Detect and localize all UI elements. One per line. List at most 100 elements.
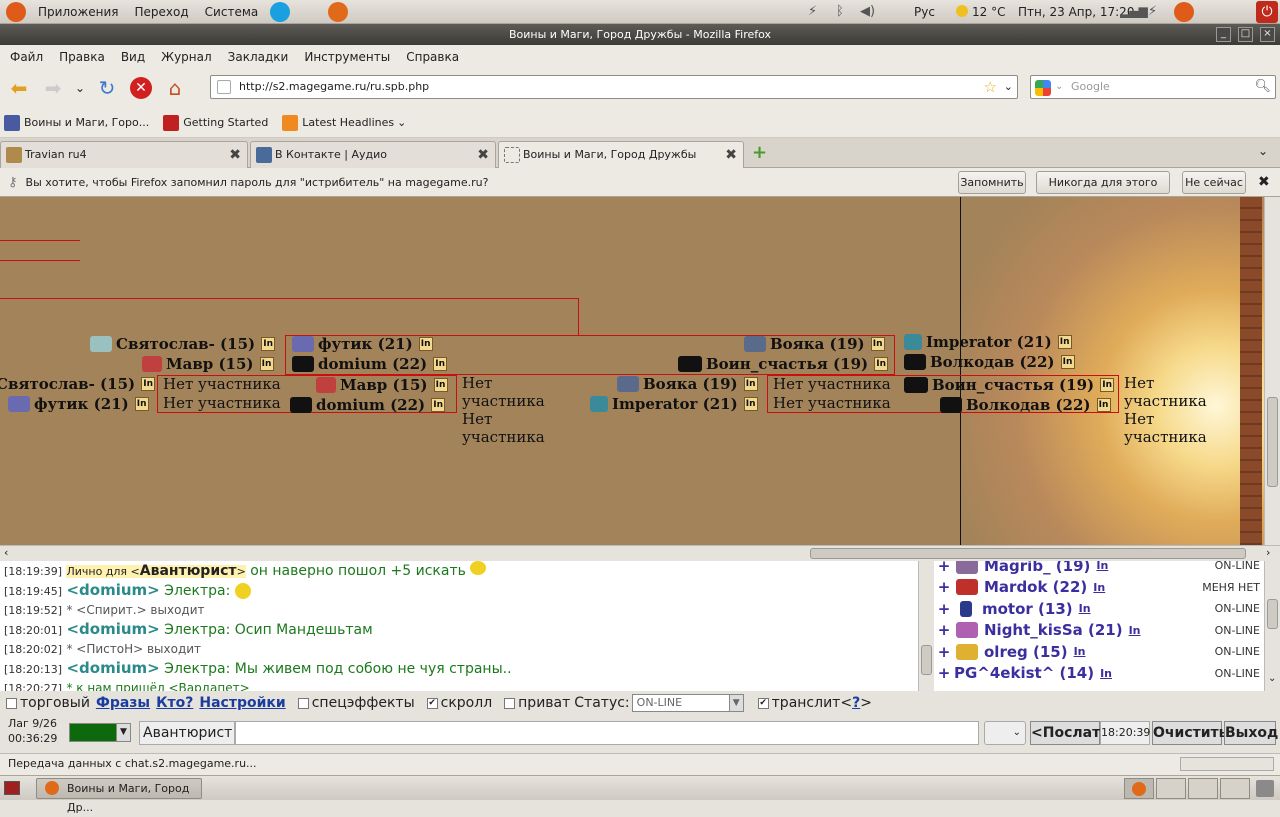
- menu-view[interactable]: Вид: [113, 50, 153, 64]
- bookmark-latest-headlines[interactable]: Latest Headlines ⌄: [282, 114, 406, 131]
- player-mavr[interactable]: Мавр (15) In: [142, 355, 274, 373]
- smiley-select[interactable]: ⌄: [984, 721, 1026, 745]
- info-button[interactable]: In: [743, 377, 758, 391]
- user-info-link[interactable]: In: [1079, 602, 1091, 615]
- horizontal-scrollbar[interactable]: ‹ ›: [0, 545, 1280, 561]
- tab-list-chevron-icon[interactable]: ⌄: [1258, 144, 1268, 158]
- scrollbar-thumb[interactable]: [921, 645, 932, 675]
- info-button[interactable]: In: [874, 357, 889, 371]
- close-tab-icon[interactable]: ✖: [229, 143, 241, 168]
- add-plus-icon[interactable]: +: [934, 643, 954, 661]
- panel-menu-places[interactable]: Переход: [127, 5, 197, 19]
- player-futik[interactable]: футик (21) In: [292, 335, 433, 353]
- add-plus-icon[interactable]: +: [934, 664, 954, 682]
- ubuntu-logo-icon[interactable]: [6, 1, 26, 22]
- translit-checkbox[interactable]: ✔: [757, 697, 769, 709]
- weather-temp[interactable]: 12 °C: [972, 5, 1005, 19]
- url-bar[interactable]: http://s2.magegame.ru/ru.spb.php ☆ ⌄: [210, 75, 1018, 99]
- private-checkbox[interactable]: [504, 697, 516, 709]
- chevron-down-icon[interactable]: ▼: [728, 695, 743, 711]
- back-arrow-icon[interactable]: ⬅: [4, 73, 34, 103]
- player-domium[interactable]: domium (22) In: [292, 355, 448, 373]
- home-icon[interactable]: ⌂: [160, 73, 190, 103]
- player-imperator[interactable]: Imperator (21) In: [904, 333, 1072, 351]
- search-placeholder[interactable]: Google: [1071, 80, 1110, 93]
- bookmark-magegame[interactable]: Воины и Маги, Горо...: [4, 114, 149, 131]
- scroll-down-icon[interactable]: ⌄: [1268, 673, 1276, 684]
- player-voin-schastya[interactable]: Воин_счастья (19) In: [678, 355, 889, 373]
- userlist-scrollbar[interactable]: ⌄: [1264, 561, 1280, 691]
- player-volkodav[interactable]: Волкодав (22) In: [904, 353, 1075, 371]
- site-identity-icon[interactable]: [217, 80, 231, 94]
- info-button[interactable]: In: [261, 337, 276, 351]
- url-dropdown-icon[interactable]: ⌄: [1004, 76, 1013, 98]
- workspace-3[interactable]: [1188, 778, 1218, 799]
- close-tab-icon[interactable]: ✖: [477, 143, 489, 168]
- close-notification-icon[interactable]: ✖: [1258, 174, 1270, 190]
- clear-button[interactable]: Очистить: [1152, 721, 1228, 745]
- close-window-button[interactable]: ×: [1260, 27, 1275, 42]
- close-tab-icon[interactable]: ✖: [725, 143, 737, 168]
- forward-arrow-icon[interactable]: ➡: [38, 73, 68, 103]
- user-info-link[interactable]: In: [1100, 667, 1112, 680]
- scrollbar-thumb[interactable]: [1267, 397, 1278, 487]
- user-row[interactable]: + olreg (15) In ON-LINE: [934, 641, 1264, 663]
- send-button[interactable]: <Послать: [1030, 721, 1109, 745]
- user-row[interactable]: + PG^4ekist^ (14) In ON-LINE: [934, 663, 1264, 685]
- scrollbar-thumb[interactable]: [1267, 599, 1278, 629]
- chat-nick[interactable]: Авантюрист: [140, 563, 237, 579]
- player-svyatoslav[interactable]: Святослав- (15) In: [90, 335, 276, 353]
- player-svyatoslav[interactable]: Святослав- (15) In: [0, 375, 156, 393]
- game-vertical-scrollbar[interactable]: [1264, 197, 1280, 545]
- network-disabled-icon[interactable]: ⚡: [808, 4, 817, 19]
- exit-button[interactable]: Выход: [1224, 721, 1278, 745]
- phrases-link[interactable]: Фразы: [96, 695, 150, 711]
- bluetooth-icon[interactable]: ᛒ: [836, 4, 844, 19]
- info-button[interactable]: In: [433, 357, 448, 371]
- volume-icon[interactable]: ◀): [860, 4, 875, 19]
- firefox-launcher-icon[interactable]: [328, 1, 349, 22]
- workspace-4[interactable]: [1220, 778, 1250, 799]
- add-plus-icon[interactable]: +: [934, 561, 954, 575]
- panel-menu-applications[interactable]: Приложения: [30, 5, 127, 19]
- history-dropdown-icon[interactable]: ⌄: [72, 73, 88, 103]
- taskbar-firefox-window[interactable]: Воины и Маги, Город Др...: [36, 778, 202, 814]
- trash-icon[interactable]: [1256, 780, 1274, 797]
- workspace-1[interactable]: [1124, 778, 1154, 799]
- google-engine-icon[interactable]: [1035, 80, 1051, 96]
- add-plus-icon[interactable]: +: [934, 578, 954, 596]
- player-mavr[interactable]: Мавр (15) In: [316, 376, 448, 394]
- message-input[interactable]: [235, 721, 979, 745]
- search-icon[interactable]: 🔍︎: [1254, 76, 1271, 98]
- player-volkodav[interactable]: Волкодав (22) In: [940, 396, 1111, 414]
- network-icon[interactable]: ⚡: [1148, 4, 1157, 19]
- translit-help-link[interactable]: ?: [852, 695, 860, 711]
- search-engine-dropdown-icon[interactable]: ⌄: [1055, 76, 1063, 98]
- add-plus-icon[interactable]: +: [934, 621, 954, 639]
- show-desktop-icon[interactable]: [4, 781, 20, 795]
- bookmark-getting-started[interactable]: Getting Started: [163, 114, 268, 131]
- user-row[interactable]: + Magrib_ (19) In ON-LINE: [934, 561, 1264, 577]
- settings-link[interactable]: Настройки: [199, 695, 285, 711]
- scroll-right-icon[interactable]: ›: [1266, 546, 1270, 559]
- player-futik[interactable]: футик (21) In: [8, 395, 149, 413]
- who-link[interactable]: Кто?: [156, 695, 193, 711]
- user-row[interactable]: + motor (13) In ON-LINE: [934, 598, 1264, 620]
- panel-menu-system[interactable]: Система: [197, 5, 267, 19]
- user-info-link[interactable]: In: [1129, 624, 1141, 637]
- info-button[interactable]: In: [141, 377, 156, 391]
- minimize-button[interactable]: _: [1216, 27, 1231, 42]
- menu-help[interactable]: Справка: [398, 50, 467, 64]
- player-voin-schastya[interactable]: Воин_счастья (19) In: [904, 376, 1115, 394]
- user-menu-icon[interactable]: [1174, 2, 1194, 22]
- scroll-checkbox[interactable]: ✔: [426, 697, 438, 709]
- menu-history[interactable]: Журнал: [153, 50, 220, 64]
- stop-icon[interactable]: ✕: [126, 73, 156, 103]
- scroll-left-icon[interactable]: ‹: [4, 546, 8, 559]
- info-button[interactable]: In: [1100, 378, 1115, 392]
- info-button[interactable]: In: [418, 337, 433, 351]
- never-for-site-button[interactable]: Никогда для этого сайта: [1036, 171, 1170, 210]
- scrollbar-thumb[interactable]: [810, 548, 1246, 559]
- player-voyaka[interactable]: Вояка (19) In: [617, 375, 758, 393]
- user-row[interactable]: + Night_kisSa (21) In ON-LINE: [934, 620, 1264, 642]
